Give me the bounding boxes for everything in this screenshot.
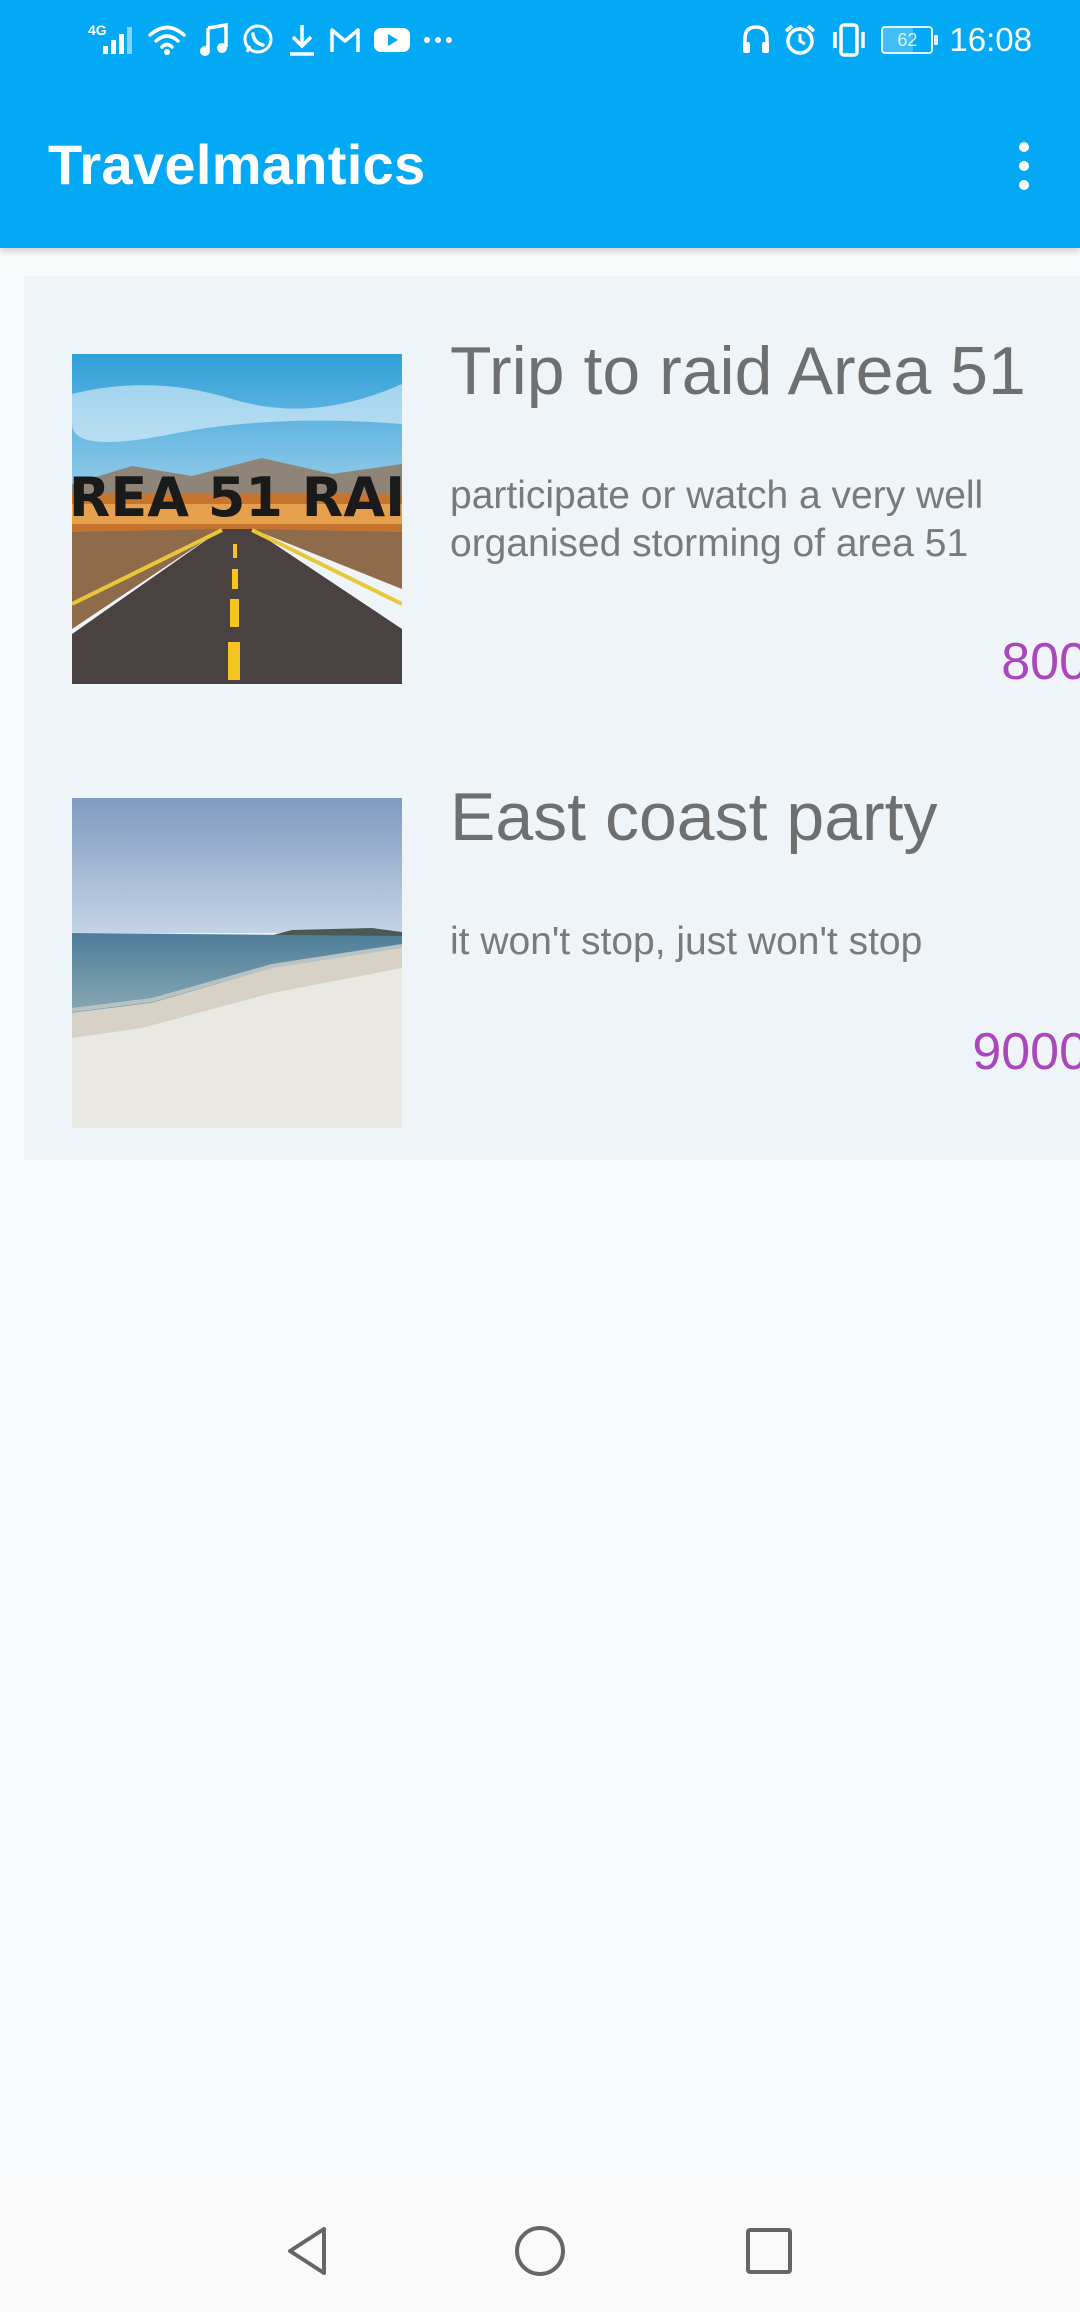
wifi-icon	[147, 23, 187, 57]
overflow-menu-button[interactable]	[992, 126, 1056, 206]
recents-button[interactable]	[734, 2216, 804, 2286]
home-button[interactable]	[505, 2216, 575, 2286]
status-left-icons: 4G	[88, 18, 453, 62]
deal-price: 9000	[972, 1023, 1080, 1081]
signal-icon: 4G	[88, 22, 135, 56]
list-item[interactable]: East coast party it won't stop, just won…	[24, 722, 1080, 1128]
battery-level: 62	[897, 29, 918, 50]
app-title: Travelmantics	[48, 133, 426, 196]
list-item[interactable]: REA 51 RAI Trip to raid Area 51 particip…	[24, 276, 1080, 691]
vibrate-icon	[829, 23, 869, 57]
deal-title: Trip to raid Area 51	[450, 333, 1026, 409]
deal-image-beach	[72, 798, 402, 1128]
headset-icon	[741, 24, 771, 56]
music-icon	[199, 23, 229, 57]
deal-description: participate or watch a very well organis…	[450, 474, 984, 565]
deals-list[interactable]: REA 51 RAI Trip to raid Area 51 particip…	[24, 276, 1080, 1160]
deal-description: it won't stop, just won't stop	[450, 920, 923, 963]
back-button[interactable]	[273, 2216, 343, 2286]
more-notifications-icon	[423, 35, 453, 45]
home-circle-icon	[515, 2226, 565, 2276]
youtube-icon	[373, 26, 411, 54]
back-triangle-icon	[288, 2227, 326, 2275]
battery-icon: 62	[881, 26, 939, 54]
deal-image-area51: REA 51 RAI	[72, 354, 402, 684]
network-type-label: 4G	[88, 22, 107, 38]
more-vert-icon	[1019, 142, 1029, 152]
status-bar: 4G 62 16:08	[0, 0, 1080, 80]
image-lettering: REA 51 RAI	[72, 466, 402, 529]
deal-price: 800	[1001, 633, 1080, 691]
deal-title: East coast party	[450, 779, 938, 855]
status-right-icons: 62 16:08	[741, 18, 1032, 62]
alarm-icon	[783, 23, 817, 57]
system-nav-bar	[0, 2188, 1080, 2312]
recents-square-icon	[746, 2228, 792, 2274]
app-bar: 4G 62 16:08 Travelmantics	[0, 0, 1080, 248]
gmail-icon	[329, 26, 361, 54]
clock: 16:08	[949, 21, 1032, 58]
download-icon	[287, 23, 317, 57]
whatsapp-icon	[241, 23, 275, 57]
